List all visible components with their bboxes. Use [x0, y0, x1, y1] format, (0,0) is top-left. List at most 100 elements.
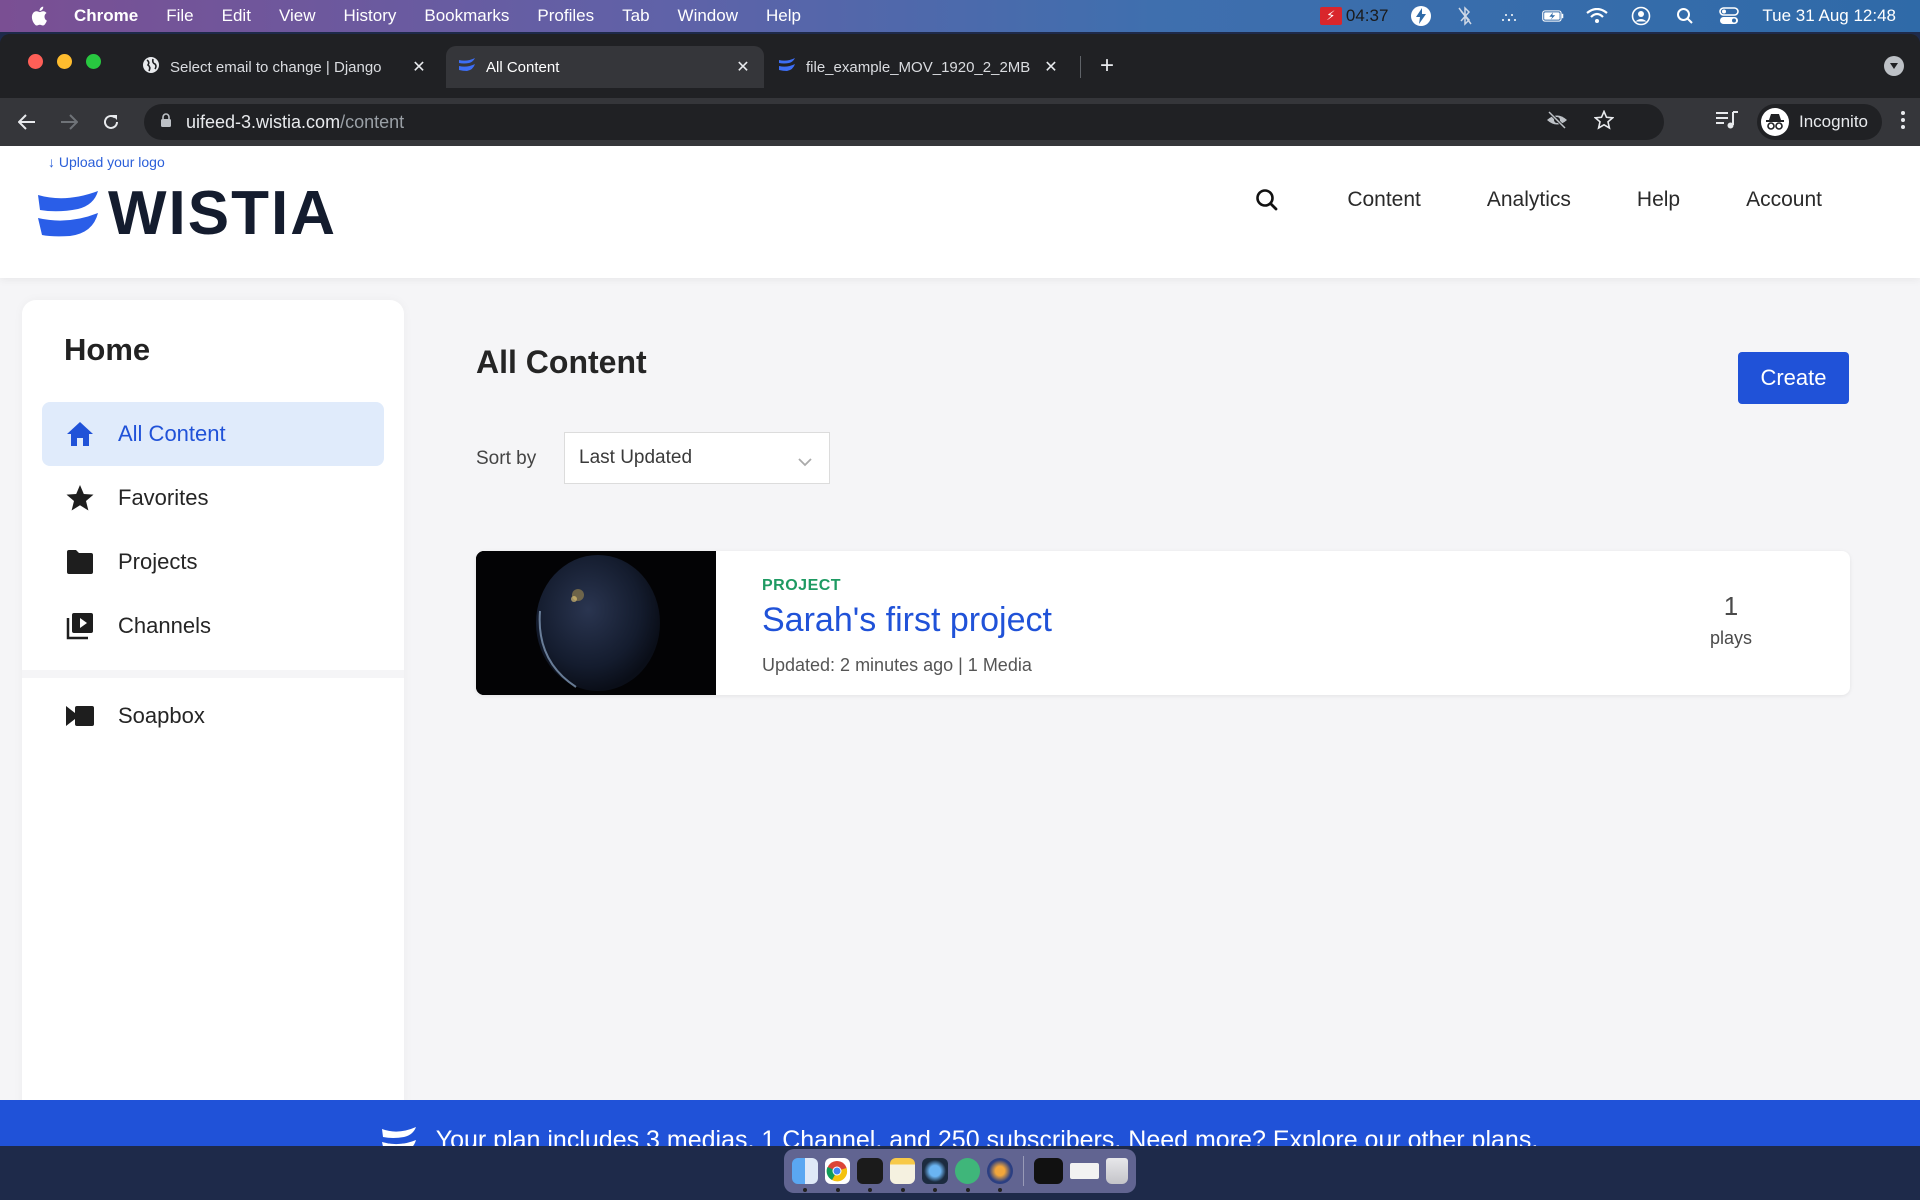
plan-banner-text: Your plan includes 3 medias, 1 Channel, … — [435, 1125, 1266, 1147]
bluetooth-off-icon[interactable] — [1454, 5, 1476, 27]
sidebar-item-label: Channels — [118, 613, 211, 638]
wistia-icon — [458, 57, 476, 77]
upload-logo-link[interactable]: ↓ Upload your logo — [48, 154, 165, 170]
wistia-icon — [381, 1127, 416, 1146]
sort-select[interactable]: Last Updated — [564, 432, 830, 484]
menu-profiles[interactable]: Profiles — [537, 6, 594, 26]
dock-separator — [1022, 1156, 1024, 1186]
user-account-icon[interactable] — [1630, 5, 1652, 27]
sidebar-item-favorites[interactable]: Favorites — [42, 466, 384, 530]
sidebar-item-all-content[interactable]: All Content — [42, 402, 384, 466]
url-path: /content — [340, 111, 405, 132]
apple-menu-icon[interactable] — [30, 6, 48, 26]
web-page: ↓ Upload your logo WISTIA Content Analyt… — [0, 146, 1920, 1146]
dock-finder-icon[interactable] — [792, 1158, 818, 1192]
chrome-menu-icon[interactable] — [1900, 110, 1906, 135]
recording-time: 04:37 — [1345, 6, 1389, 25]
earth-thumbnail-image — [476, 551, 716, 695]
status-area: ⚡ 04:37 Tue 31 Aug 12:48 — [1319, 0, 1896, 32]
explore-plans-link[interactable]: Explore our other plans. — [1273, 1126, 1538, 1147]
nav-content[interactable]: Content — [1347, 188, 1421, 212]
sidebar-item-projects[interactable]: Projects — [42, 530, 384, 594]
sort-label: Sort by — [476, 448, 537, 469]
dock-notes-icon[interactable] — [889, 1158, 916, 1192]
menu-edit[interactable]: Edit — [222, 6, 251, 26]
menu-tab[interactable]: Tab — [622, 6, 649, 26]
folder-icon — [64, 546, 96, 578]
project-thumbnail[interactable] — [476, 551, 716, 695]
wistia-logo[interactable]: WISTIA — [38, 179, 337, 248]
window-controls — [28, 54, 101, 69]
close-tab-icon[interactable]: ✕ — [734, 57, 752, 77]
dock-atom-icon[interactable] — [954, 1158, 981, 1192]
lock-icon[interactable] — [160, 112, 172, 133]
menu-help[interactable]: Help — [766, 6, 801, 26]
nav-help[interactable]: Help — [1637, 188, 1680, 212]
dock-trash-icon[interactable] — [1106, 1158, 1129, 1184]
media-control-icon[interactable] — [1715, 110, 1739, 135]
tab-separator — [1080, 56, 1081, 78]
dock-quicktime-icon[interactable] — [922, 1158, 948, 1192]
plays-count: 1 — [1723, 591, 1739, 621]
sidebar-item-label: Soapbox — [118, 703, 205, 728]
menu-view[interactable]: View — [279, 6, 316, 26]
tab-django[interactable]: Select email to change | Django ✕ — [130, 46, 440, 88]
site-nav: Content Analytics Help Account — [1255, 180, 1822, 220]
screen-recording-indicator[interactable]: ⚡ 04:37 — [1319, 6, 1389, 26]
url-host: uifeed-3.wistia.com — [186, 111, 341, 132]
tab-title: file_example_MOV_1920_2_2MB — [806, 58, 1031, 76]
project-title-link[interactable]: Sarah's first project — [762, 601, 1052, 640]
menu-file[interactable]: File — [166, 6, 193, 26]
close-tab-icon[interactable]: ✕ — [1042, 57, 1060, 77]
sidebar-item-soapbox[interactable]: Soapbox — [42, 684, 384, 748]
create-button[interactable]: Create — [1738, 352, 1849, 404]
new-tab-button[interactable]: + — [1100, 54, 1114, 78]
close-tab-icon[interactable]: ✕ — [410, 57, 428, 77]
tab-strip: Select email to change | Django ✕ All Co… — [0, 34, 1920, 98]
minimize-window-button[interactable] — [57, 54, 72, 69]
bolt-app-icon[interactable] — [1410, 5, 1432, 27]
sidebar-divider — [22, 670, 404, 678]
back-button[interactable] — [12, 107, 42, 137]
content-item-card[interactable]: PROJECT Sarah's first project Updated: 2… — [476, 551, 1850, 695]
logo-wordmark: WISTIA — [108, 179, 337, 248]
tab-all-content[interactable]: All Content ✕ — [446, 46, 764, 88]
menu-app-chrome[interactable]: Chrome — [74, 6, 138, 26]
menu-bookmarks[interactable]: Bookmarks — [424, 6, 509, 26]
tab-file-example[interactable]: file_example_MOV_1920_2_2MB ✕ — [766, 46, 1072, 88]
nav-account[interactable]: Account — [1746, 188, 1822, 212]
dock-recent-document-icon[interactable] — [1070, 1163, 1100, 1179]
control-center-icon[interactable] — [1718, 5, 1740, 27]
site-header: ↓ Upload your logo WISTIA Content Analyt… — [0, 146, 1920, 278]
menu-history[interactable]: History — [343, 6, 396, 26]
dock-terminal-icon[interactable] — [857, 1158, 883, 1192]
nav-analytics[interactable]: Analytics — [1487, 188, 1571, 212]
maximize-window-button[interactable] — [86, 54, 101, 69]
forward-button[interactable] — [54, 107, 84, 137]
clock-datetime[interactable]: Tue 31 Aug 12:48 — [1762, 6, 1896, 26]
tab-search-button[interactable] — [1884, 56, 1904, 76]
airdrop-icon[interactable] — [1498, 5, 1520, 27]
incognito-profile-button[interactable]: Incognito — [1757, 104, 1882, 140]
sidebar-title: Home — [64, 332, 151, 367]
close-window-button[interactable] — [28, 54, 43, 69]
dock-recent-window-icon[interactable] — [1033, 1158, 1064, 1184]
battery-charging-icon[interactable] — [1542, 5, 1564, 27]
dock-chrome-icon[interactable] — [824, 1158, 851, 1192]
menu-window[interactable]: Window — [678, 6, 738, 26]
address-bar[interactable]: uifeed-3.wistia.com/content — [144, 104, 1664, 140]
wifi-icon[interactable] — [1586, 5, 1609, 27]
sidebar-item-label: All Content — [118, 421, 226, 446]
bookmark-star-icon[interactable] — [1593, 108, 1615, 135]
sidebar-item-channels[interactable]: Channels — [42, 594, 384, 658]
tracking-protection-eye-off-icon[interactable] — [1546, 110, 1568, 134]
channels-icon — [64, 610, 96, 642]
reload-button[interactable] — [96, 107, 126, 137]
plan-banner: Your plan includes 3 medias, 1 Channel, … — [0, 1100, 1920, 1146]
sidebar: Home All Content Favorites Projects Chan… — [22, 300, 404, 1146]
search-icon[interactable] — [1255, 187, 1281, 213]
project-meta: Updated: 2 minutes ago | 1 Media — [762, 655, 1032, 675]
sidebar-item-label: Projects — [118, 549, 198, 574]
dock-reeder-icon[interactable] — [987, 1158, 1013, 1192]
spotlight-search-icon[interactable] — [1674, 5, 1696, 27]
